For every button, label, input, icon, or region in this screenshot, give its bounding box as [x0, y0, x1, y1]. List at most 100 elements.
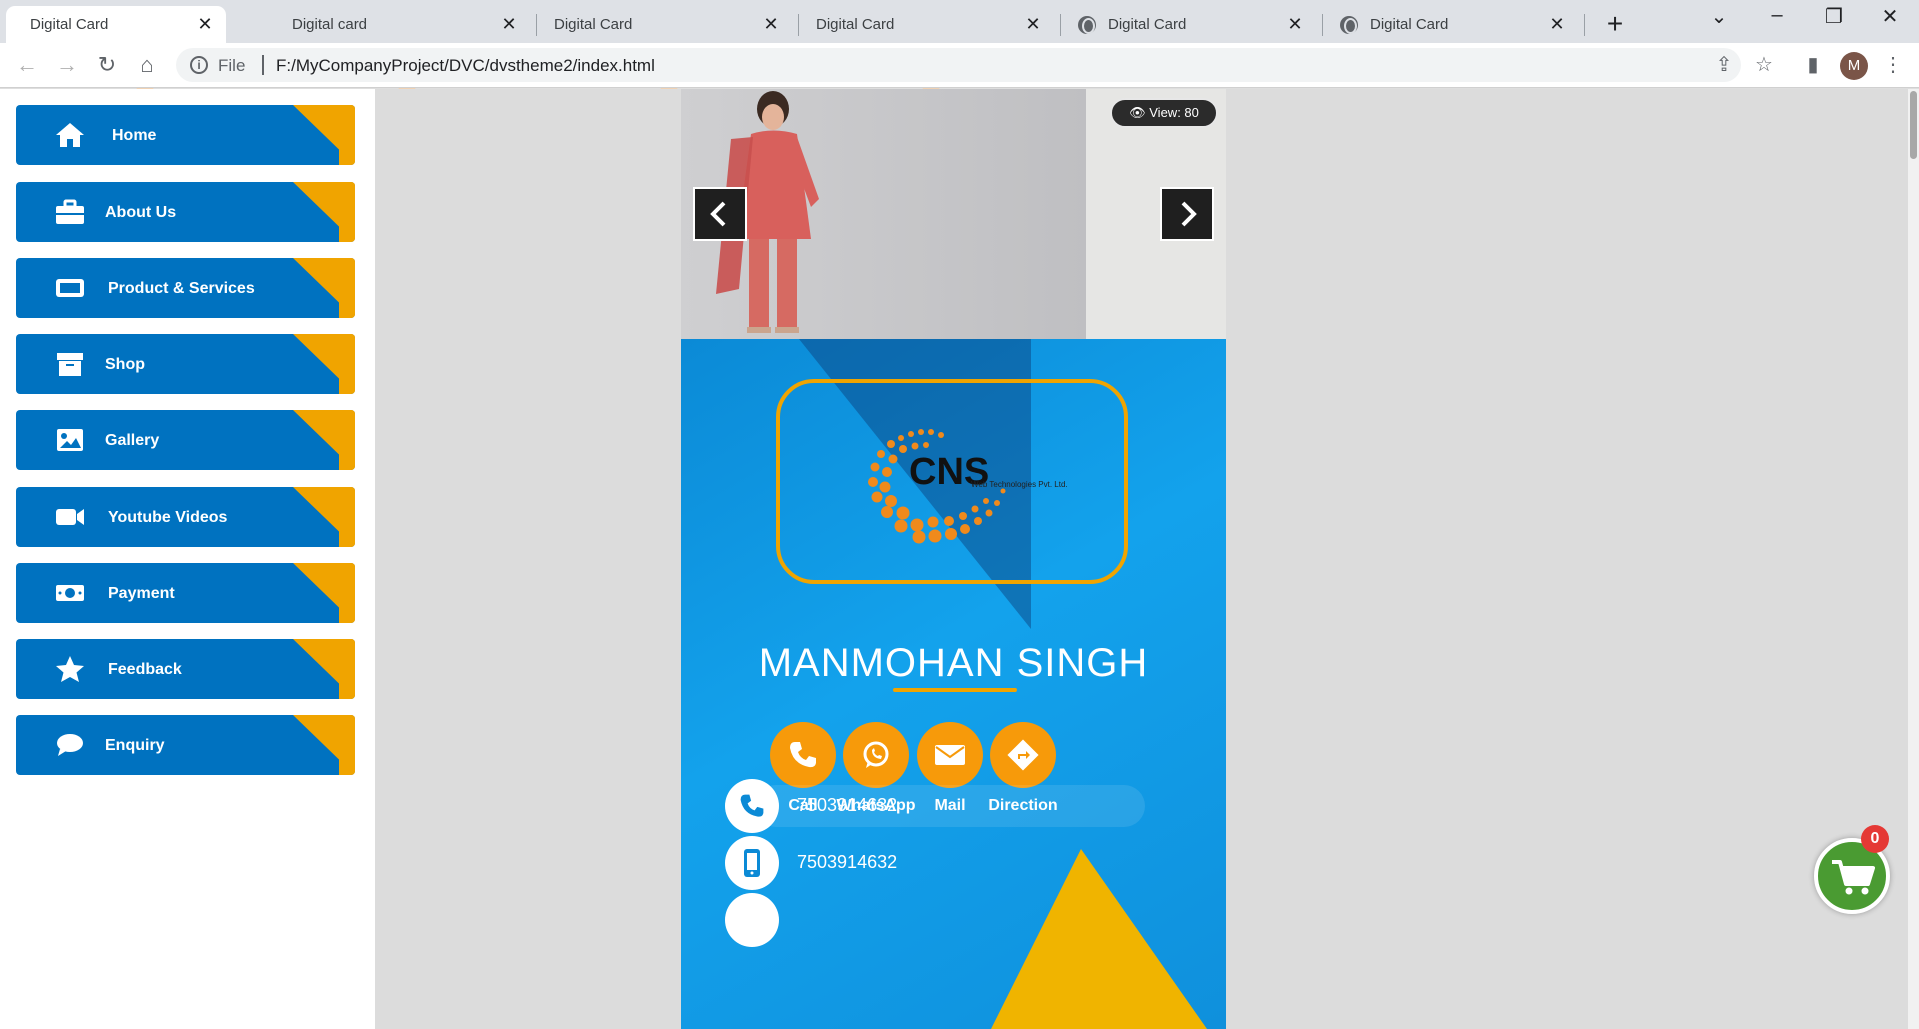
- sidebar-item-payment[interactable]: Payment: [16, 563, 355, 623]
- browser-toolbar: ← → ↻ ⌂ i File F:/MyCompanyProject/DVC/d…: [0, 43, 1919, 88]
- sidebar-item-label: Home: [112, 127, 157, 144]
- sidebar-item-gallery[interactable]: Gallery: [16, 410, 355, 470]
- sidebar-menu: Home About Us Product & Services Shop Ga…: [0, 89, 375, 1029]
- tab-title: Digital Card: [1108, 16, 1187, 33]
- sidebar-item-label: About Us: [105, 204, 177, 221]
- forward-arrow-icon[interactable]: →: [53, 51, 81, 79]
- logo-subtext: Web Technologies Pvt. Ltd.: [971, 480, 1068, 489]
- back-arrow-icon[interactable]: ←: [13, 51, 41, 79]
- accent-strip: [339, 334, 355, 394]
- tab-5[interactable]: Digital Card ✕: [1054, 6, 1316, 43]
- sidebar-item-shop[interactable]: Shop: [16, 334, 355, 394]
- tab-separator: [1584, 14, 1585, 36]
- view-count-badge: 👁 View: 80: [1110, 98, 1218, 128]
- person-name: MANMOHAN SINGH: [758, 641, 1149, 685]
- contact-row-partial[interactable]: [725, 893, 1145, 947]
- image-slider: 👁 View: 80: [681, 89, 1226, 339]
- sidebar-item-home[interactable]: Home: [16, 105, 355, 165]
- money-icon: [56, 585, 84, 601]
- new-tab-plus-icon[interactable]: +: [1599, 8, 1631, 40]
- archive-box-icon: [57, 353, 83, 376]
- accent-strip: [339, 639, 355, 699]
- accent-strip: [339, 487, 355, 547]
- url-divider: [262, 55, 264, 75]
- envelope-icon: [935, 745, 965, 765]
- accent-strip: [339, 715, 355, 775]
- slider-prev-button[interactable]: [693, 187, 747, 241]
- company-logo: CNS Web Technologies Pvt. Ltd.: [868, 429, 1068, 544]
- phone-number[interactable]: 7503914632: [797, 795, 897, 816]
- close-icon[interactable]: ✕: [1548, 14, 1566, 35]
- sidebar-item-label: Feedback: [108, 661, 182, 678]
- accent-strip: [339, 105, 355, 165]
- close-icon[interactable]: ✕: [762, 14, 780, 35]
- card-body: CNS Web Technologies Pvt. Ltd. MANMOHAN …: [681, 339, 1226, 1029]
- name-underline: [893, 688, 1017, 692]
- sidebar-item-enquiry[interactable]: Enquiry: [16, 715, 355, 775]
- video-camera-icon: [56, 509, 84, 525]
- contact-icon-circle: [725, 893, 779, 947]
- tab-4[interactable]: Digital Card ✕: [792, 6, 1054, 94]
- page-scrollbar[interactable]: [1908, 89, 1919, 1029]
- scrollbar-thumb[interactable]: [1910, 91, 1917, 159]
- bookmark-star-icon[interactable]: ☆: [1752, 53, 1776, 77]
- chevron-right-icon: [1181, 201, 1197, 227]
- kebab-menu-icon[interactable]: ⋮: [1881, 53, 1905, 77]
- address-bar[interactable]: i File F:/MyCompanyProject/DVC/dvstheme2…: [176, 48, 1741, 82]
- contact-icon-circle: [725, 779, 779, 833]
- tab-2[interactable]: Digital card ✕: [268, 6, 530, 94]
- chevron-left-icon: [710, 201, 726, 227]
- digital-card: 👁 View: 80 CNS Web Technologies Pvt. Ltd…: [681, 89, 1226, 1029]
- star-icon: [56, 656, 84, 682]
- profile-avatar[interactable]: M: [1840, 52, 1868, 80]
- sidebar-item-youtube-videos[interactable]: Youtube Videos: [16, 487, 355, 547]
- url-scheme: File: [218, 56, 246, 75]
- tab-3[interactable]: Digital Card ✕: [530, 6, 792, 94]
- direction-icon: [1007, 739, 1039, 771]
- window-close-icon[interactable]: ✕: [1870, 4, 1910, 29]
- close-icon[interactable]: ✕: [1286, 14, 1304, 35]
- eye-icon: 👁: [1129, 105, 1146, 120]
- close-icon[interactable]: ✕: [1024, 14, 1042, 35]
- home-button-icon[interactable]: ⌂: [133, 51, 161, 79]
- close-icon[interactable]: ✕: [196, 14, 214, 35]
- contact-phone-row[interactable]: 7503914632: [725, 779, 1145, 833]
- contact-icon-circle: [725, 836, 779, 890]
- url-text[interactable]: F:/MyCompanyProject/DVC/dvstheme2/index.…: [276, 56, 655, 76]
- site-info-icon[interactable]: i: [190, 56, 208, 74]
- sidebar-item-product-services[interactable]: Product & Services: [16, 258, 355, 318]
- restore-icon[interactable]: ❐: [1814, 4, 1854, 29]
- sidebar-item-label: Youtube Videos: [108, 509, 228, 526]
- accent-strip: [339, 258, 355, 318]
- tab-title: Digital Card: [816, 16, 895, 33]
- page-viewport: Home About Us Product & Services Shop Ga…: [0, 89, 1919, 1029]
- sidebar-item-label: Shop: [105, 356, 145, 373]
- share-icon[interactable]: ⇪: [1712, 53, 1736, 77]
- sidebar-item-label: Payment: [108, 585, 175, 602]
- contact-mobile-row[interactable]: 7503914632: [725, 836, 1145, 890]
- accent-strip: [339, 410, 355, 470]
- side-panel-icon[interactable]: ▮: [1801, 53, 1825, 77]
- image-icon: [57, 429, 83, 451]
- minimize-icon[interactable]: –: [1757, 4, 1797, 27]
- briefcase-icon: [56, 199, 84, 224]
- close-icon[interactable]: ✕: [500, 14, 518, 35]
- card-icon: [56, 279, 84, 297]
- mobile-number[interactable]: 7503914632: [797, 852, 897, 873]
- accent-strip: [339, 182, 355, 242]
- sidebar-item-label: Product & Services: [108, 280, 255, 297]
- sidebar-item-about-us[interactable]: About Us: [16, 182, 355, 242]
- chat-bubble-icon: [57, 734, 83, 756]
- cart-count-badge: 0: [1861, 825, 1889, 853]
- phone-icon: [790, 742, 816, 768]
- tab-title: Digital Card: [1370, 16, 1449, 33]
- tab-search-chevron-icon[interactable]: ⌄: [1699, 4, 1739, 29]
- reload-icon[interactable]: ↻: [93, 51, 121, 79]
- tab-title: Digital Card: [30, 16, 109, 33]
- slider-next-button[interactable]: [1160, 187, 1214, 241]
- globe-icon: [1078, 15, 1096, 34]
- sidebar-item-feedback[interactable]: Feedback: [16, 639, 355, 699]
- tab-title: Digital card: [292, 16, 368, 33]
- tab-1[interactable]: Digital Card ✕: [6, 6, 226, 94]
- tab-6[interactable]: Digital Card ✕: [1316, 6, 1578, 43]
